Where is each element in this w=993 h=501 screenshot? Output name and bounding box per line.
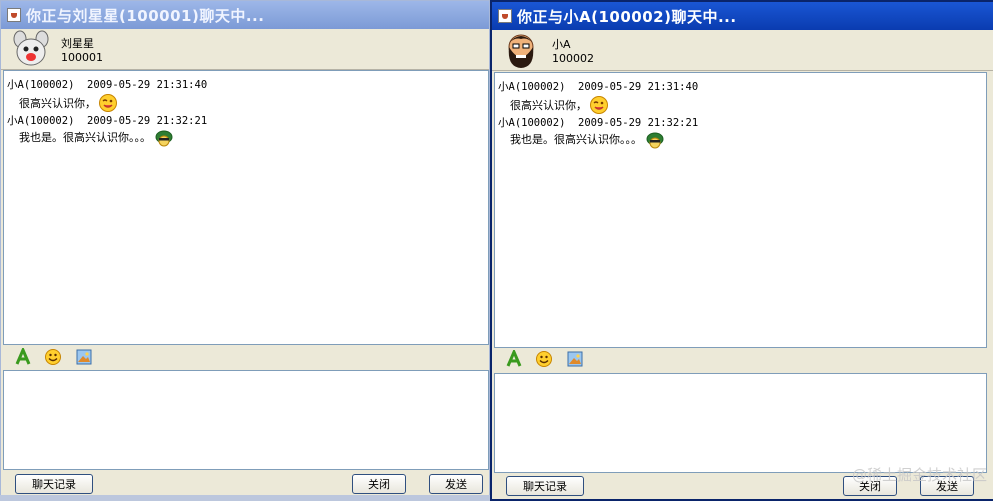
- emoticon-icon[interactable]: [43, 347, 63, 367]
- format-toolbar: [1, 344, 489, 370]
- send-button[interactable]: 发送: [429, 474, 483, 494]
- message-text: 我也是。很高兴认识你。。。: [510, 133, 642, 146]
- bearded-man-avatar-icon: [508, 34, 534, 68]
- contact-id: 100001: [61, 51, 103, 64]
- message-body: 很高兴认识你，: [510, 95, 609, 115]
- watermark: @稀土掘金技术社区: [851, 466, 987, 484]
- message-text: 很高兴认识你，: [19, 97, 96, 110]
- window-title: 你正与刘星星(100001)聊天中...: [26, 6, 265, 25]
- message-body: 我也是。很高兴认识你。。。: [19, 127, 175, 147]
- java-app-icon: [7, 8, 21, 22]
- window-title: 你正与小A(100002)聊天中...: [517, 7, 737, 26]
- wink-emoji-icon: [99, 94, 117, 112]
- contact-name: 刘星星: [61, 37, 94, 50]
- message-meta: 小A(100002) 2009-05-29 21:31:40: [498, 81, 699, 93]
- title-bar[interactable]: 你正与刘星星(100001)聊天中...: [1, 1, 489, 29]
- contact-header: 小A 100002: [492, 30, 993, 71]
- message-input[interactable]: [494, 373, 987, 473]
- title-bar[interactable]: 你正与小A(100002)聊天中...: [492, 2, 993, 30]
- message-meta: 小A(100002) 2009-05-29 21:32:21: [7, 115, 208, 127]
- font-icon[interactable]: [504, 349, 524, 369]
- message-text: 我也是。很高兴认识你。。。: [19, 131, 151, 144]
- chat-history-button[interactable]: 聊天记录: [15, 474, 93, 494]
- message-text: 很高兴认识你，: [510, 99, 587, 112]
- wink-emoji-icon: [590, 96, 608, 114]
- font-icon[interactable]: [13, 347, 33, 367]
- contact-id: 100002: [552, 52, 594, 65]
- chat-history-button[interactable]: 聊天记录: [506, 476, 584, 496]
- message-history[interactable]: 小A(100002) 2009-05-29 21:31:40 很高兴认识你， 小…: [494, 72, 987, 348]
- chat-window-liuxingxing: 你正与刘星星(100001)聊天中... 刘星星 100001 小A(10000…: [0, 0, 490, 501]
- chat-window-xiaoa: 你正与小A(100002)聊天中... 小A 100002 小A(100002)…: [490, 0, 993, 501]
- emoticon-icon[interactable]: [534, 349, 554, 369]
- message-input[interactable]: [3, 370, 489, 470]
- image-icon[interactable]: [565, 349, 585, 369]
- contact-header: 刘星星 100001: [1, 29, 489, 70]
- contact-name: 小A: [552, 38, 571, 51]
- image-icon[interactable]: [74, 347, 94, 367]
- background-strip: [0, 495, 490, 501]
- turtle-emoji-icon: [646, 132, 664, 149]
- message-history[interactable]: 小A(100002) 2009-05-29 21:31:40 很高兴认识你， 小…: [3, 70, 489, 345]
- format-toolbar: [492, 346, 993, 372]
- message-body: 很高兴认识你，: [19, 93, 118, 113]
- turtle-emoji-icon: [155, 130, 173, 147]
- close-button[interactable]: 关闭: [352, 474, 406, 494]
- message-meta: 小A(100002) 2009-05-29 21:31:40: [7, 79, 208, 91]
- message-body: 我也是。很高兴认识你。。。: [510, 129, 666, 149]
- java-app-icon: [498, 9, 512, 23]
- rabbit-avatar-icon: [13, 30, 49, 66]
- message-meta: 小A(100002) 2009-05-29 21:32:21: [498, 117, 699, 129]
